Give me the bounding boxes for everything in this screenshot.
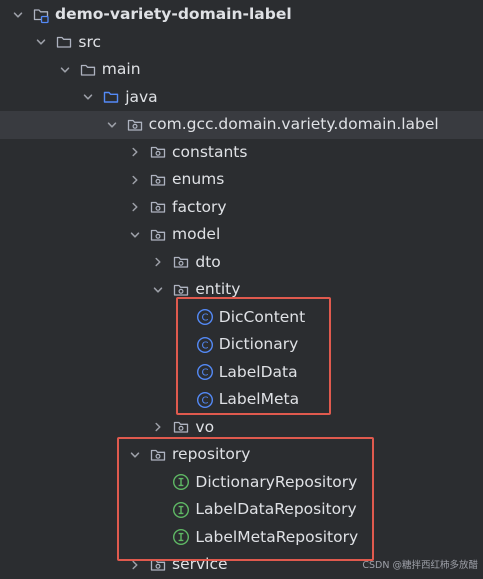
chevron-right-icon[interactable]	[127, 172, 143, 188]
package-icon	[149, 556, 167, 574]
tree-item-java[interactable]: java	[0, 84, 483, 112]
tree-item-constants[interactable]: constants	[0, 139, 483, 167]
tree-item-label: com.gcc.domain.variety.domain.label	[148, 115, 439, 133]
package-icon	[149, 446, 167, 464]
package-icon	[149, 143, 167, 161]
tree-item-label: service	[172, 555, 228, 573]
tree-item-repository[interactable]: repository	[0, 441, 483, 469]
package-icon	[149, 198, 167, 216]
tree-item-label: LabelDataRepository	[195, 500, 357, 518]
class-icon: C	[196, 391, 214, 409]
tree-item-dictionary[interactable]: C Dictionary	[0, 331, 483, 359]
chevron-right-icon[interactable]	[127, 199, 143, 215]
tree-item-label: vo	[195, 417, 215, 436]
svg-text:C: C	[201, 368, 208, 379]
tree-item-src[interactable]: src	[0, 29, 483, 57]
tree-item-labeldatarepository[interactable]: LabelDataRepository	[0, 496, 483, 524]
package-icon	[172, 253, 190, 271]
svg-text:C: C	[201, 395, 208, 406]
package-icon	[172, 418, 190, 436]
chevron-down-icon[interactable]	[150, 282, 166, 298]
tree-item-dictionaryrepository[interactable]: DictionaryRepository	[0, 469, 483, 497]
tree-item-label: DictionaryRepository	[195, 472, 358, 491]
chevron-right-icon[interactable]	[127, 144, 143, 160]
tree-item-label: java	[125, 87, 158, 106]
package-icon	[126, 116, 144, 134]
folder-icon	[55, 33, 73, 51]
chevron-right-icon[interactable]	[150, 254, 166, 270]
project-tree: demo-variety-domain-label src main java com.…	[0, 0, 483, 578]
tree-item-label: factory	[172, 197, 227, 216]
tree-item-enums[interactable]: enums	[0, 166, 483, 194]
tree-item-label: LabelMeta	[218, 390, 300, 408]
chevron-down-icon[interactable]	[57, 62, 73, 78]
package-icon	[172, 281, 190, 299]
tree-item-labelmetarepository[interactable]: LabelMetaRepository	[0, 524, 483, 552]
tree-item-vo[interactable]: vo	[0, 414, 483, 442]
tree-item-entity[interactable]: entity	[0, 276, 483, 304]
chevron-down-icon[interactable]	[127, 447, 143, 463]
chevron-down-icon[interactable]	[104, 117, 120, 133]
chevron-right-icon[interactable]	[127, 557, 143, 573]
chevron-down-icon[interactable]	[10, 7, 26, 23]
tree-item-diccontent[interactable]: C DicContent	[0, 304, 483, 332]
tree-item-label: entity	[195, 280, 241, 298]
tree-item-labelmeta[interactable]: C LabelMeta	[0, 386, 483, 414]
tree-item-label: model	[172, 225, 221, 243]
tree-item-model[interactable]: model	[0, 221, 483, 249]
tree-item-label: repository	[172, 445, 251, 463]
tree-item-label: src	[78, 32, 102, 51]
tree-item-label: main	[101, 60, 141, 78]
tree-item-label: demo-variety-domain-label	[55, 5, 292, 23]
tree-item-factory[interactable]: factory	[0, 194, 483, 222]
chevron-down-icon[interactable]	[127, 227, 143, 243]
chevron-down-icon[interactable]	[80, 89, 96, 105]
module-folder-icon	[32, 6, 50, 24]
interface-icon	[172, 501, 190, 519]
tree-item-label: DicContent	[218, 307, 306, 326]
tree-item-dto[interactable]: dto	[0, 249, 483, 277]
svg-text:C: C	[201, 340, 208, 351]
class-icon: C	[196, 336, 214, 354]
chevron-down-icon[interactable]	[33, 34, 49, 50]
svg-text:C: C	[201, 313, 208, 324]
interface-icon	[172, 528, 190, 546]
tree-item-label: enums	[172, 170, 225, 188]
tree-item-label: dto	[195, 252, 221, 271]
tree-item-main[interactable]: main	[0, 56, 483, 84]
interface-icon	[172, 473, 190, 491]
package-icon	[149, 226, 167, 244]
source-folder-icon	[102, 88, 120, 106]
tree-item-label: Dictionary	[218, 335, 299, 353]
class-icon: C	[196, 363, 214, 381]
tree-item-package-root[interactable]: com.gcc.domain.variety.domain.label	[0, 111, 483, 139]
tree-item-demo-variety-domain-label[interactable]: demo-variety-domain-label	[0, 1, 483, 29]
folder-icon	[79, 61, 97, 79]
class-icon: C	[196, 308, 214, 326]
watermark: CSDN @糖拌西红柿多放醋	[362, 560, 478, 571]
tree-item-label: constants	[172, 142, 248, 161]
tree-item-label: LabelMetaRepository	[195, 527, 359, 546]
chevron-right-icon[interactable]	[150, 419, 166, 435]
tree-item-label: LabelData	[218, 362, 298, 381]
tree-item-labeldata[interactable]: C LabelData	[0, 359, 483, 387]
package-icon	[149, 171, 167, 189]
